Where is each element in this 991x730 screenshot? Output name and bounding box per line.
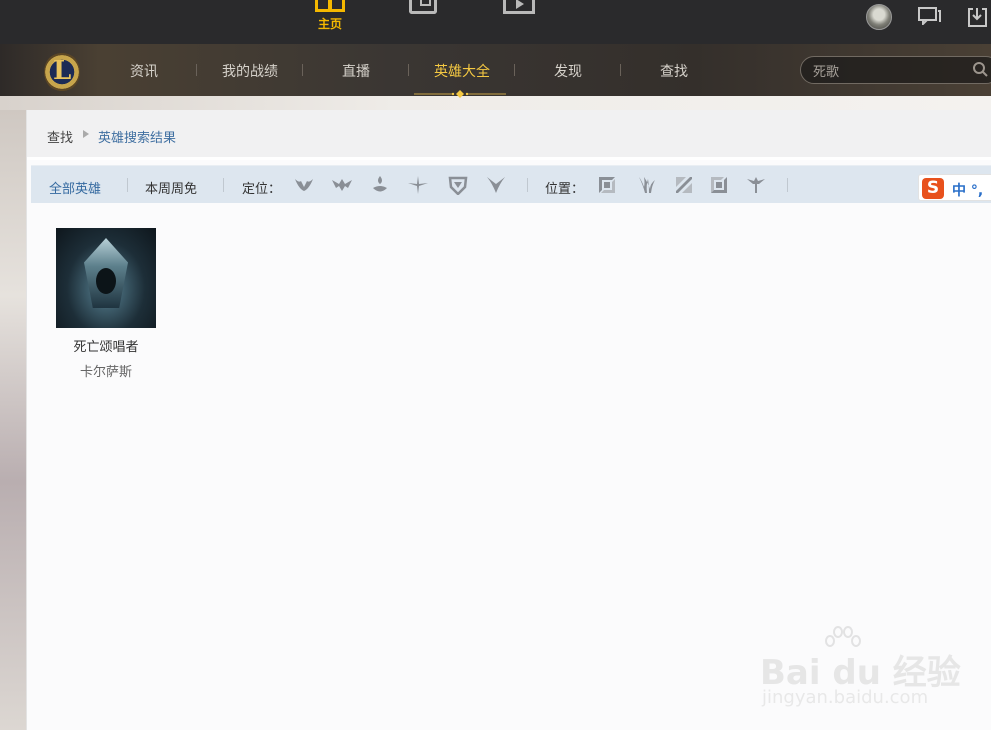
nav-item-heroes[interactable]: 英雄大全 [432, 61, 492, 81]
bot-lane-icon[interactable] [708, 175, 730, 195]
nav-item-my-record[interactable]: 我的战绩 [220, 61, 280, 81]
home-icon [315, 0, 345, 12]
mage-icon[interactable] [369, 175, 391, 195]
breadcrumb-home[interactable]: 查找 [47, 127, 73, 146]
filter-divider [787, 178, 788, 192]
lol-logo[interactable]: L [44, 52, 80, 92]
home-tab-label: 主页 [317, 17, 342, 31]
home-tab[interactable]: 主页 [312, 0, 348, 32]
nav-item-discover[interactable]: 发现 [552, 61, 584, 81]
avatar[interactable] [866, 4, 892, 30]
support-lane-icon[interactable] [745, 175, 767, 195]
watermark-url: jingyan.baidu.com [762, 687, 929, 708]
nav-divider [196, 64, 197, 76]
nav-divider [408, 64, 409, 76]
nav-divider [302, 64, 303, 76]
breadcrumb-current: 英雄搜索结果 [98, 131, 177, 146]
ime-mode-label: 中 °, [952, 183, 984, 199]
shop-icon [409, 0, 437, 14]
shop-tab[interactable] [408, 0, 438, 14]
assassin-icon[interactable] [293, 175, 315, 195]
nav-item-news[interactable]: 资讯 [128, 61, 160, 81]
hero-name: 卡尔萨斯 [79, 365, 132, 380]
hero-portrait[interactable] [56, 228, 156, 328]
active-tab-indicator [414, 90, 506, 98]
filter-divider [223, 178, 224, 192]
breadcrumb: 查找 英雄搜索结果 [27, 110, 991, 160]
search-input[interactable] [800, 56, 991, 84]
nav-divider [620, 64, 621, 76]
nav-item-live[interactable]: 直播 [340, 61, 372, 81]
role-label: 定位： [242, 182, 282, 197]
hero-title: 死亡颂唱者 [73, 340, 139, 355]
chevron-right-icon [83, 130, 89, 138]
video-icon [503, 0, 535, 14]
jungle-icon[interactable] [635, 175, 657, 195]
hero-card[interactable]: 死亡颂唱者 卡尔萨斯 [56, 228, 156, 380]
tank-icon[interactable] [447, 175, 469, 195]
position-label: 位置： [545, 182, 585, 197]
search-icon[interactable] [972, 61, 988, 77]
ime-toolbar[interactable]: S 中 °, [918, 174, 991, 201]
filter-bar: 全部英雄 本周周免 定位： 位置： [31, 165, 991, 203]
video-tab[interactable] [502, 0, 536, 14]
message-icon[interactable] [918, 7, 941, 25]
nav-divider [514, 64, 515, 76]
baidu-watermark: Bai du 经验 jingyan.baidu.com [760, 625, 990, 710]
top-bar [0, 0, 991, 44]
mid-lane-icon[interactable] [673, 175, 695, 195]
download-icon[interactable] [966, 6, 988, 28]
marksman-icon[interactable] [407, 175, 429, 195]
fighter-icon[interactable] [331, 175, 353, 195]
filter-divider [127, 178, 128, 192]
sogou-logo-icon: S [922, 178, 944, 199]
filter-divider [527, 178, 528, 192]
filter-all-heroes[interactable]: 全部英雄 [49, 178, 101, 197]
nav-item-search[interactable]: 查找 [658, 61, 690, 81]
filter-weekly-free[interactable]: 本周周免 [145, 178, 197, 197]
support-icon[interactable] [485, 175, 507, 195]
top-lane-icon[interactable] [596, 175, 618, 195]
